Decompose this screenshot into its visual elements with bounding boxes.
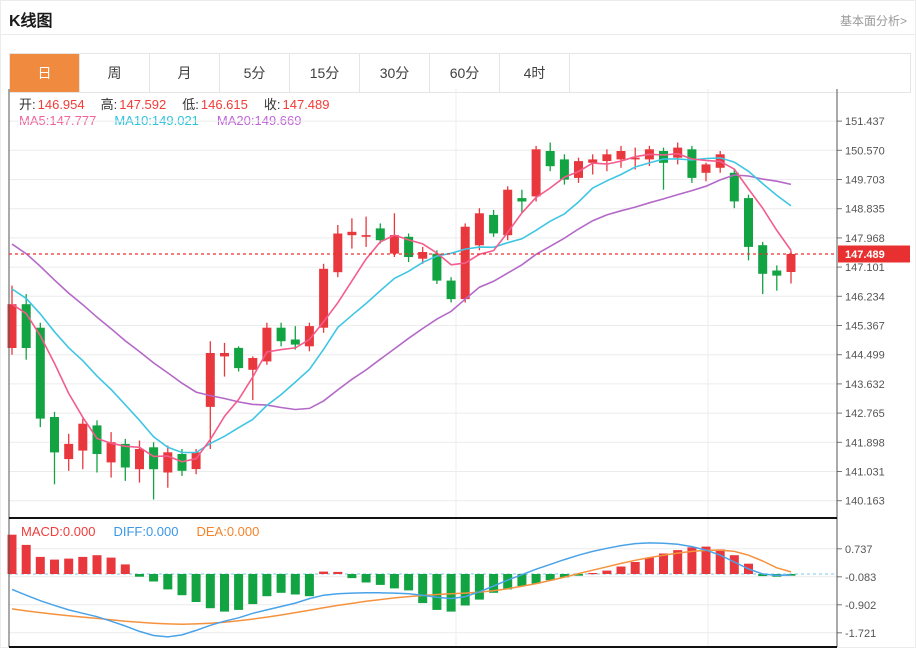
svg-text:140.163: 140.163 <box>845 496 885 508</box>
svg-text:147.101: 147.101 <box>845 262 885 274</box>
svg-text:-0.083: -0.083 <box>845 572 876 584</box>
svg-text:-1.721: -1.721 <box>845 628 876 640</box>
svg-text:149.703: 149.703 <box>845 175 885 187</box>
svg-text:141.898: 141.898 <box>845 437 885 449</box>
svg-text:-0.902: -0.902 <box>845 600 876 612</box>
svg-text:141.031: 141.031 <box>845 467 885 479</box>
svg-text:142.765: 142.765 <box>845 408 885 420</box>
svg-text:148.835: 148.835 <box>845 204 885 216</box>
svg-text:145.367: 145.367 <box>845 321 885 333</box>
svg-text:146.234: 146.234 <box>845 291 885 303</box>
svg-text:147.968: 147.968 <box>845 233 885 245</box>
svg-text:147.489: 147.489 <box>845 249 885 261</box>
svg-text:151.437: 151.437 <box>845 116 885 128</box>
kline-widget: K线图 基本面分析> 日周月 5分 15分 30分 60分 4时 开: 146.954 高: 1… <box>0 0 916 648</box>
svg-text:0.737: 0.737 <box>845 544 873 556</box>
svg-text:144.499: 144.499 <box>845 350 885 362</box>
svg-text:143.632: 143.632 <box>845 379 885 391</box>
svg-text:150.570: 150.570 <box>845 145 885 157</box>
kline-macd-chart[interactable]: 151.437 150.570 149.703 148.835 147.968 147.1… <box>1 1 916 649</box>
